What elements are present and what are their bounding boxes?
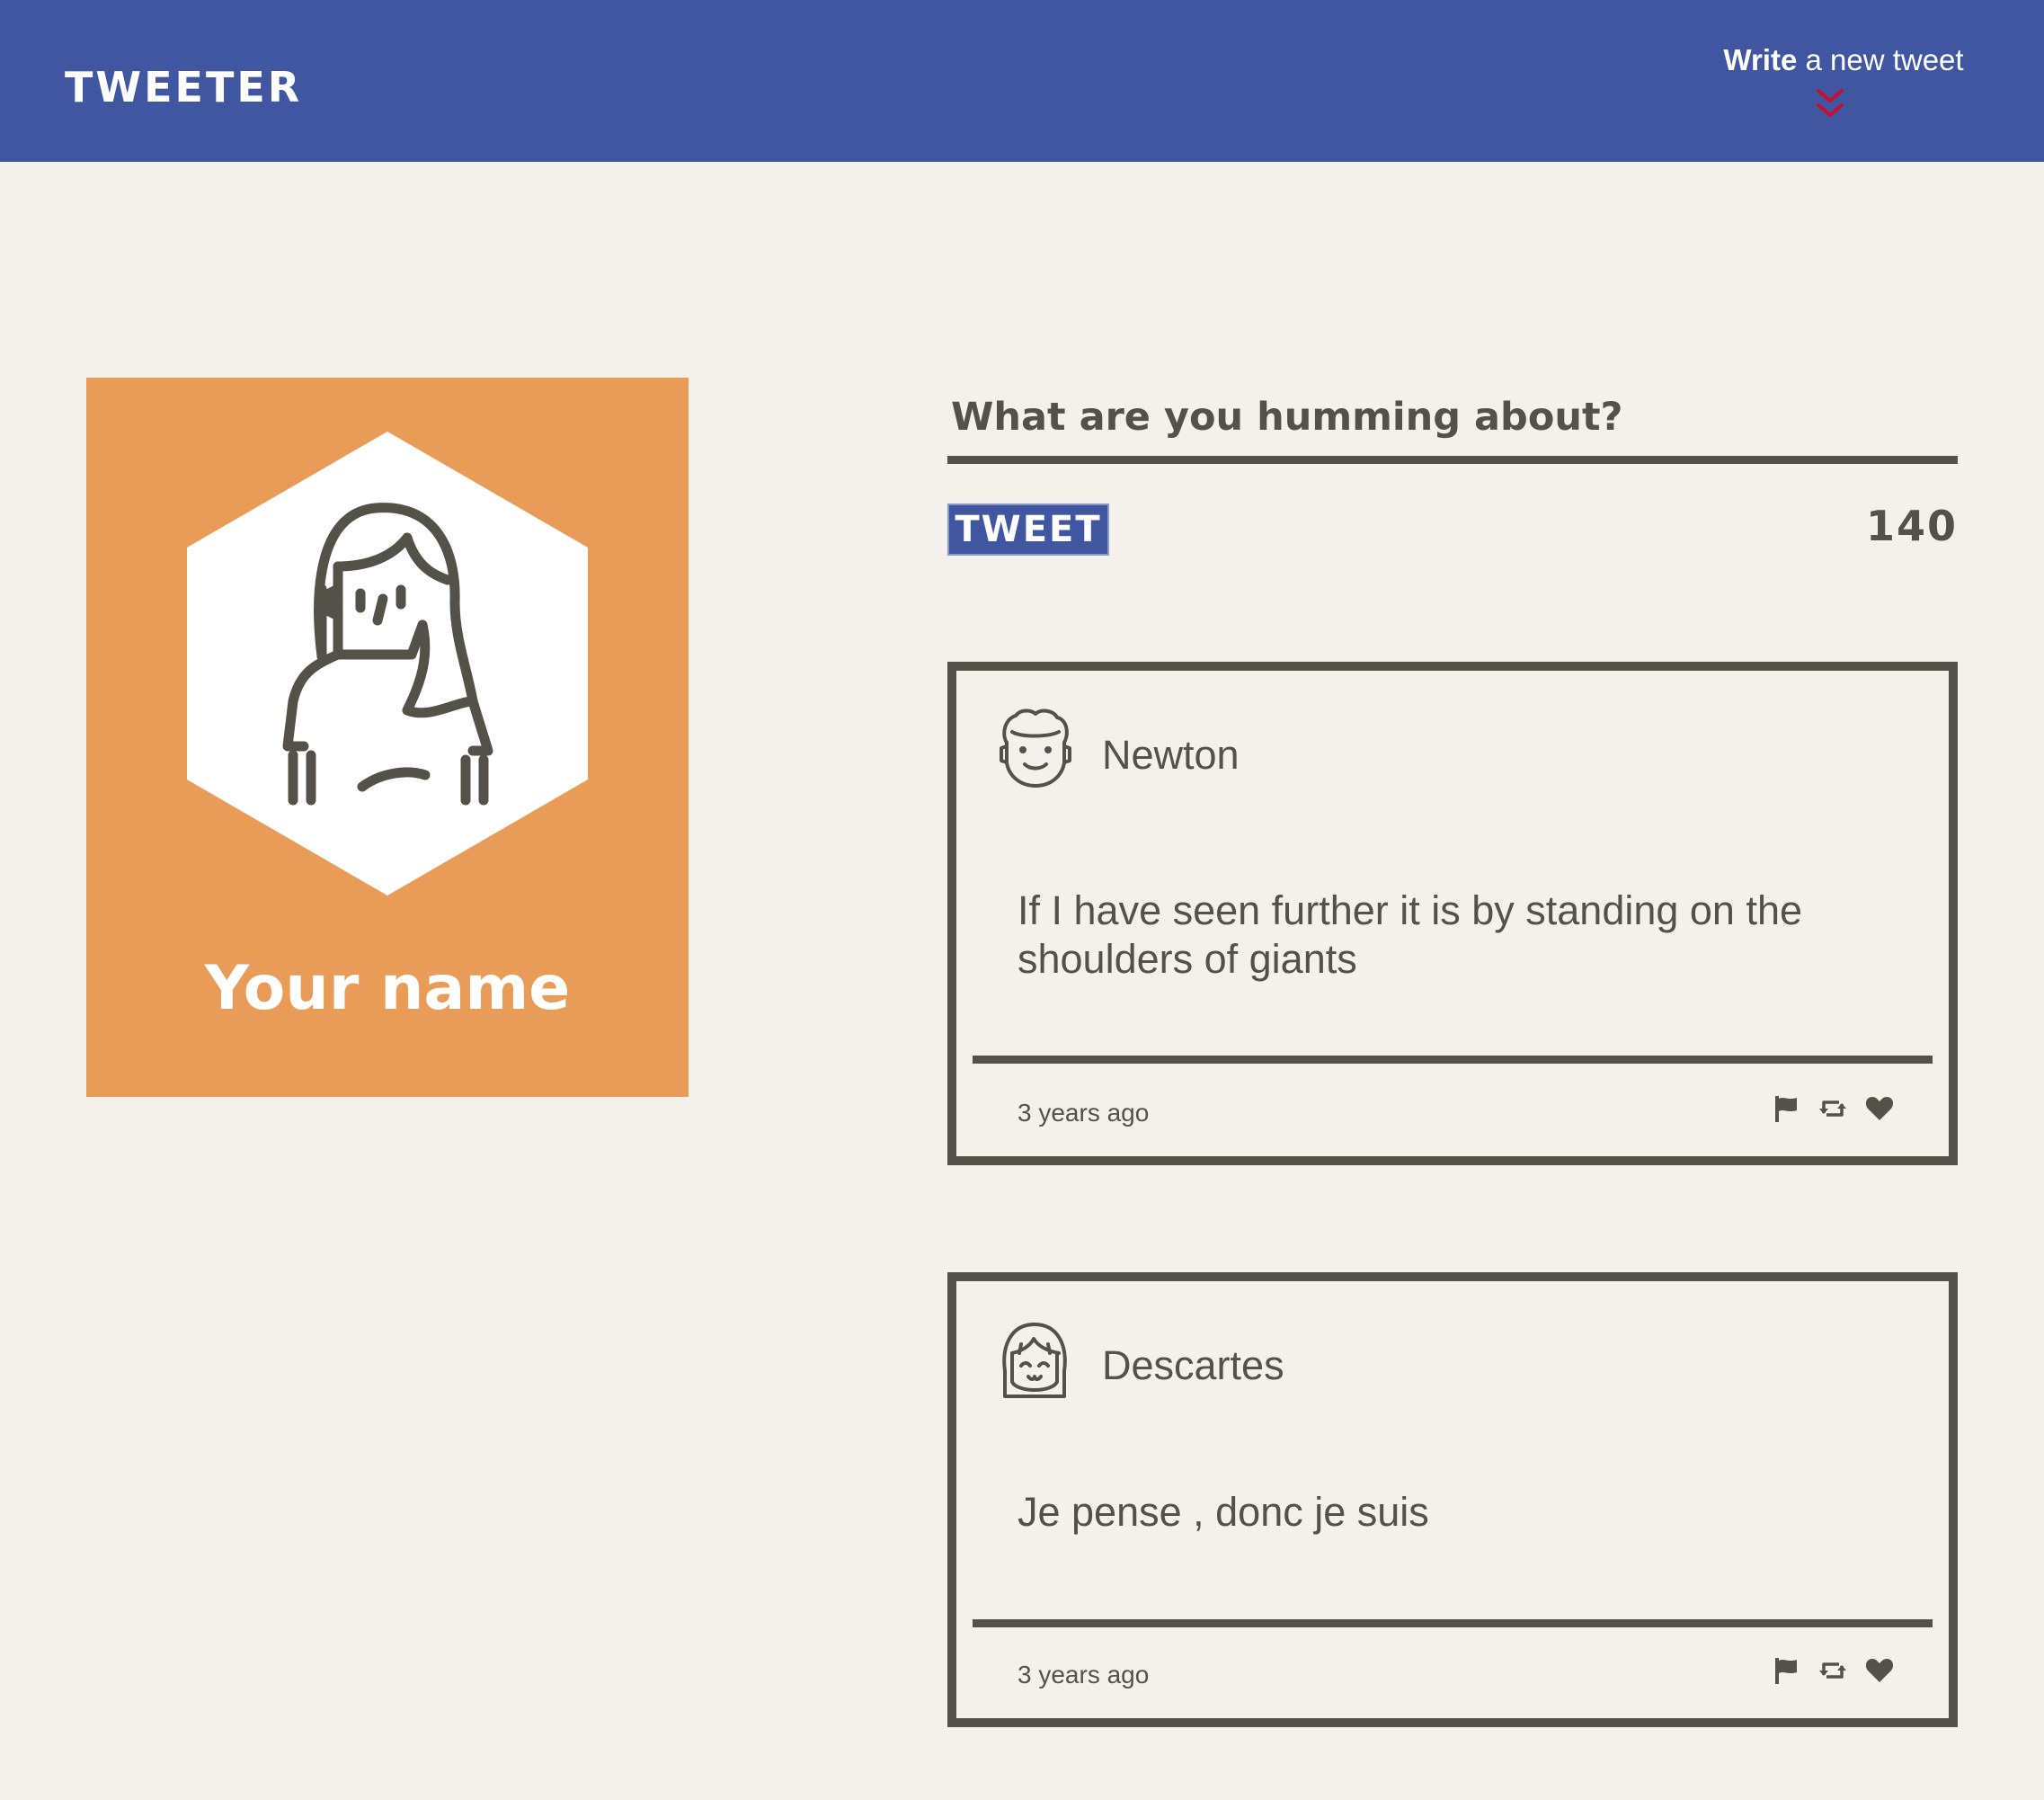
- tweet-text: If I have seen further it is by standing…: [1018, 887, 1803, 982]
- character-counter: 140: [1865, 502, 1958, 550]
- curly-hair-man-avatar-icon: [1000, 708, 1071, 788]
- tweet-timestamp: 3 years ago: [1018, 1661, 1150, 1689]
- woman-avatar-icon: [187, 432, 588, 896]
- profile-name: Your name: [204, 953, 571, 1024]
- tweet-text: Je pense , donc je suis: [1018, 1489, 1429, 1535]
- tweet-author[interactable]: Descartes: [1102, 1342, 1284, 1389]
- flag-icon[interactable]: [1771, 1655, 1801, 1686]
- app-logo[interactable]: TWEETER: [65, 63, 302, 111]
- heart-icon[interactable]: [1864, 1093, 1895, 1124]
- write-new-tweet-label[interactable]: Write a new tweet: [1709, 43, 1978, 77]
- tweet-divider: [973, 1619, 1933, 1627]
- tweet-composer: TWEET 140: [947, 369, 1958, 556]
- tweet-input[interactable]: [947, 369, 1958, 464]
- top-nav-bar: TWEETER Write a new tweet: [0, 0, 2044, 162]
- bangs-hair-avatar-icon: [1002, 1323, 1067, 1398]
- write-label-bold: Write: [1723, 43, 1798, 76]
- tweet-timestamp: 3 years ago: [1018, 1099, 1150, 1127]
- tweet-card: Descartes Je pense , donc je suis 3 year…: [947, 1272, 1958, 1727]
- tweet-submit-button[interactable]: TWEET: [947, 503, 1109, 556]
- double-chevron-down-icon[interactable]: [1814, 86, 1846, 122]
- tweet-author[interactable]: Newton: [1102, 732, 1240, 779]
- tweet-actions: [1771, 1655, 1895, 1686]
- tweet-divider: [973, 1056, 1933, 1064]
- tweet-card: Newton If I have seen further it is by s…: [947, 662, 1958, 1165]
- heart-icon[interactable]: [1864, 1655, 1895, 1686]
- write-label-rest: a new tweet: [1797, 43, 1964, 76]
- retweet-icon[interactable]: [1817, 1655, 1848, 1686]
- profile-card: Your name: [86, 378, 689, 1097]
- flag-icon[interactable]: [1771, 1093, 1801, 1124]
- write-new-tweet-toggle[interactable]: Write a new tweet: [1709, 43, 1978, 124]
- retweet-icon[interactable]: [1817, 1093, 1848, 1124]
- tweet-actions: [1771, 1093, 1895, 1124]
